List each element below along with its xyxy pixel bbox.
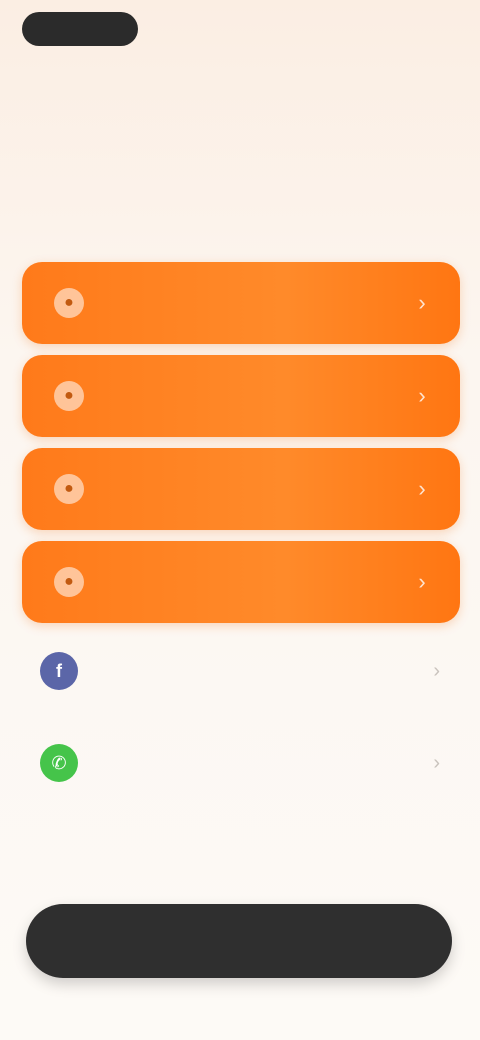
option-button-3[interactable]: ● ›: [22, 448, 460, 530]
chevron-right-icon: ›: [433, 751, 440, 774]
app-icon: ●: [54, 567, 84, 597]
chevron-right-icon: ›: [433, 659, 440, 682]
option-button-2[interactable]: ● ›: [22, 355, 460, 437]
chevron-right-icon: ›: [418, 569, 426, 594]
facebook-option[interactable]: f ›: [40, 636, 440, 706]
whatsapp-icon: ✆: [40, 744, 78, 782]
tagline: [88, 80, 180, 98]
top-bar: [22, 10, 458, 50]
app-icon: ●: [54, 474, 84, 504]
header-pill[interactable]: [22, 12, 138, 46]
app-icon: ●: [54, 288, 84, 318]
alternative-options: f › ✆ ›: [40, 636, 440, 820]
header-right-text[interactable]: [368, 19, 458, 39]
chevron-right-icon: ›: [418, 476, 426, 501]
option-button-4[interactable]: ● ›: [22, 541, 460, 623]
option-button-1[interactable]: ● ›: [22, 262, 460, 344]
continue-button[interactable]: [26, 904, 452, 978]
chevron-right-icon: ›: [418, 383, 426, 408]
facebook-icon: f: [40, 652, 78, 690]
whatsapp-option[interactable]: ✆ ›: [40, 728, 440, 798]
option-list: ● › ● › ● › ● ›: [22, 262, 460, 634]
chevron-right-icon: ›: [418, 290, 426, 315]
app-icon: ●: [54, 381, 84, 411]
